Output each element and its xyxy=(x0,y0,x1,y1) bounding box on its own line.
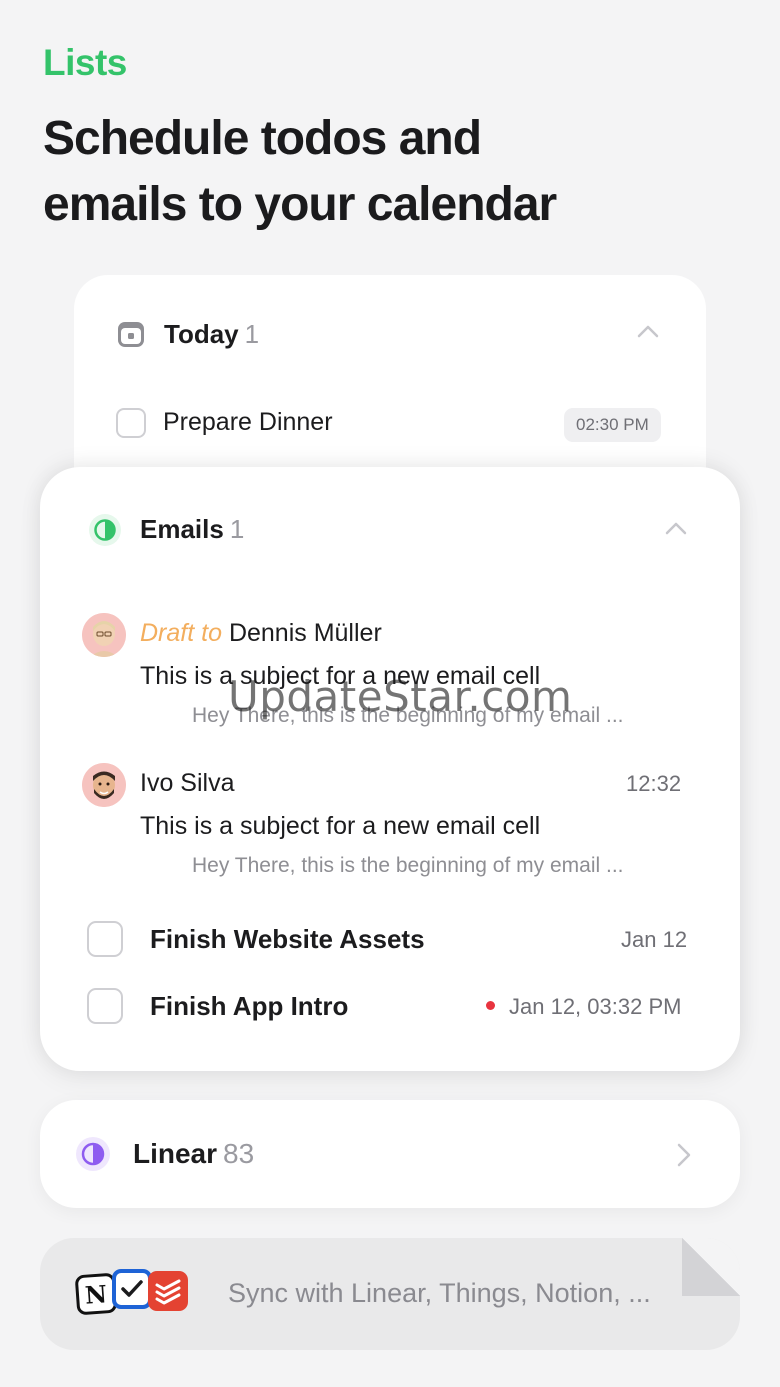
overdue-dot-icon xyxy=(486,1001,495,1010)
chevron-up-icon[interactable] xyxy=(664,520,688,541)
sync-banner[interactable]: N Sync with Linear, Things, Notion, ... xyxy=(40,1238,740,1350)
watermark: UpdateStar.com xyxy=(228,672,573,721)
email-sender[interactable]: Draft to Dennis Müller xyxy=(140,619,382,648)
emails-title: Emails xyxy=(140,514,224,544)
task-label[interactable]: Finish Website Assets xyxy=(150,924,425,955)
today-header[interactable]: Today 1 xyxy=(164,319,259,350)
avatar xyxy=(82,613,126,657)
today-count: 1 xyxy=(244,319,260,349)
calendar-day-icon xyxy=(116,319,146,354)
page-fold-corner xyxy=(682,1238,740,1296)
notion-icon: N xyxy=(74,1272,118,1316)
section-eyebrow: Lists xyxy=(43,42,127,83)
half-circle-green-icon xyxy=(87,512,123,553)
task-time-badge[interactable]: 02:30 PM xyxy=(564,408,661,442)
emails-list-card: Emails 1 Draft to Dennis Müller This is a… xyxy=(40,467,740,1071)
sync-text: Sync with Linear, Things, Notion, ... xyxy=(228,1278,651,1308)
task-label[interactable]: Prepare Dinner xyxy=(163,408,333,437)
linear-header[interactable]: Linear 83 xyxy=(133,1138,254,1170)
sender-name: Ivo Silva xyxy=(140,769,235,797)
linear-count: 83 xyxy=(223,1138,255,1169)
things-icon xyxy=(112,1269,152,1309)
svg-text:N: N xyxy=(84,1279,108,1309)
task-date: Jan 12, 03:32 PM xyxy=(509,994,682,1019)
avatar xyxy=(82,763,126,807)
headline-line-1: Schedule todos and xyxy=(43,112,482,165)
linear-list-card[interactable]: Linear 83 xyxy=(40,1100,740,1208)
task-checkbox[interactable] xyxy=(87,988,123,1024)
task-label[interactable]: Finish App Intro xyxy=(150,991,348,1022)
draft-prefix: Draft to xyxy=(140,619,222,647)
headline-line-2: emails to your calendar xyxy=(43,178,557,231)
page-headline: Schedule todos and emails to your calend… xyxy=(43,106,723,238)
email-preview: Hey There, this is the beginning of my e… xyxy=(192,854,624,877)
half-circle-purple-icon xyxy=(74,1135,112,1178)
today-title: Today xyxy=(164,319,239,349)
email-subject[interactable]: This is a subject for a new email cell xyxy=(140,812,540,841)
sender-name: Dennis Müller xyxy=(228,619,382,647)
emails-count: 1 xyxy=(229,514,245,544)
todoist-icon xyxy=(148,1271,188,1311)
linear-title: Linear xyxy=(133,1138,218,1169)
emails-header[interactable]: Emails 1 xyxy=(140,514,244,545)
email-sender[interactable]: Ivo Silva xyxy=(140,769,234,798)
email-time: 12:32 xyxy=(626,771,682,796)
task-date: Jan 12 xyxy=(621,927,688,952)
chevron-right-icon[interactable] xyxy=(676,1142,692,1173)
task-checkbox[interactable] xyxy=(116,408,146,438)
chevron-up-icon[interactable] xyxy=(636,323,660,344)
task-checkbox[interactable] xyxy=(87,921,123,957)
